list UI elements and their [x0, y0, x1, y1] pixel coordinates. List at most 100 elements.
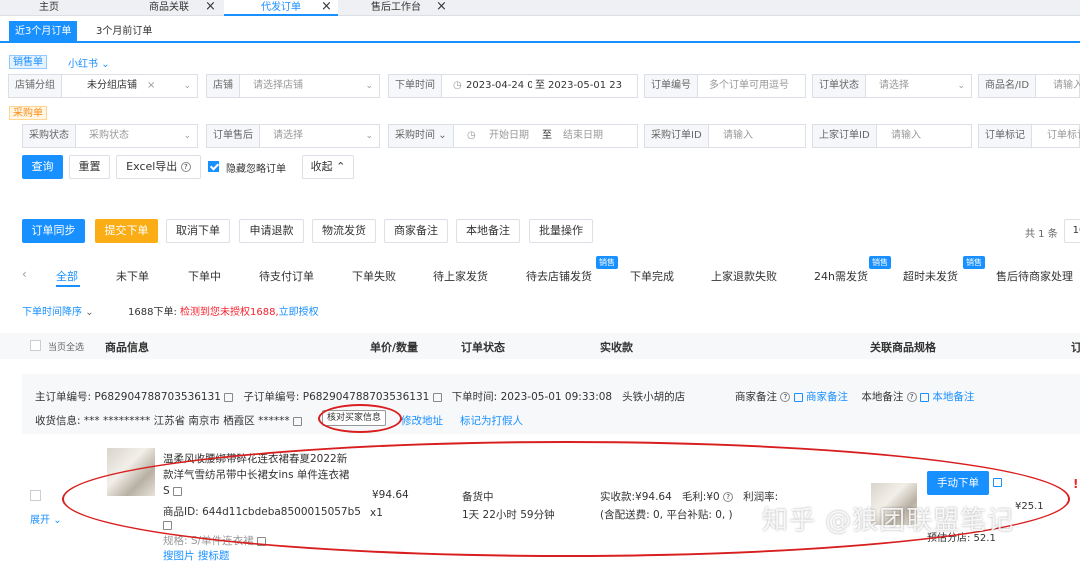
product-title[interactable]: 温柔风收腰绑带碎花连衣裙春夏2022新 款洋气雪纺吊带中长裙女ins 单件连衣裙…	[163, 451, 349, 499]
status-tab[interactable]: 待支付订单	[259, 268, 314, 284]
help-icon: ?	[180, 162, 191, 172]
field-label[interactable]: 采购时间 ⌄	[389, 125, 454, 147]
status-tab[interactable]: 待上家发货	[433, 268, 488, 284]
platform-label: 小红书	[68, 59, 98, 70]
status-badge: 销售	[869, 256, 891, 269]
excel-export-button[interactable]: Excel导出 ?	[116, 155, 201, 179]
collapse-button[interactable]: 收起 ⌃	[302, 155, 354, 179]
edit-icon[interactable]	[920, 392, 930, 402]
search-image-link[interactable]: 搜图片	[163, 550, 195, 562]
edit-address-link[interactable]: 修改地址	[401, 413, 443, 428]
manual-order-button[interactable]: 手动下单	[927, 471, 989, 495]
title-line: 款洋气雪纺吊带中长裙女ins 单件连衣裙	[163, 469, 350, 481]
select-all-checkbox[interactable]	[30, 340, 41, 351]
page-size-select[interactable]: 10	[1064, 219, 1080, 243]
mark-fake-link[interactable]: 标记为打假人	[460, 413, 523, 428]
purchase-time-range[interactable]: 采购时间 ⌄ ◷ 开始日期 至 结束日期	[388, 124, 638, 148]
clear-icon[interactable]: ×	[147, 75, 155, 97]
authorize-link[interactable]: 立即授权	[279, 307, 319, 318]
cancel-order-button[interactable]: 取消下单	[166, 219, 230, 243]
purchase-order-id-input[interactable]: 采购订单ID 请输入	[644, 124, 806, 148]
shop-select[interactable]: 店铺 请选择店铺 ⌄	[206, 74, 380, 98]
product-name-input[interactable]: 商品名/ID 请输入	[978, 74, 1080, 98]
expand-label: 展开	[30, 515, 50, 526]
field-placeholder: 请选择	[879, 80, 909, 91]
reset-button[interactable]: 重置	[69, 155, 110, 179]
sub-order-label: 子订单编号:	[243, 391, 300, 403]
copy-icon[interactable]	[432, 392, 442, 402]
order-no-input[interactable]: 订单编号 多个订单可用逗号	[644, 74, 806, 98]
merchant-note-button[interactable]: 商家备注	[384, 219, 448, 243]
order-time-range[interactable]: 下单时间 ◷ 2023-04-24 00 至 2023-05-01 23	[388, 74, 638, 98]
page: 主页 商品关联 × 代发订单 × 售后工作台 × 近3个月订单 3个月前订单 销售单 …	[0, 0, 1080, 562]
total-count: 共 1 条	[1025, 229, 1058, 240]
sort-label: 下单时间降序	[22, 307, 82, 318]
supplier-order-id-input[interactable]: 上家订单ID 请输入	[812, 124, 972, 148]
status-tab[interactable]: 全部	[56, 268, 78, 284]
chevron-left-icon[interactable]: ‹	[22, 267, 27, 281]
column-header-product: 商品信息	[105, 341, 149, 354]
close-icon[interactable]: ×	[321, 0, 332, 14]
end-date[interactable]: 结束日期	[563, 125, 603, 147]
order-sync-button[interactable]: 订单同步	[22, 219, 85, 243]
auth-note: 1688下单: 检测到您未授权1688,立即授权	[128, 303, 319, 318]
shop-group-select[interactable]: 店铺分组 未分组店铺 × ⌄	[8, 74, 198, 98]
status-tab[interactable]: 待去店铺发货	[526, 268, 592, 284]
copy-icon[interactable]	[173, 486, 183, 496]
hide-ignored-checkbox[interactable]	[208, 161, 219, 172]
status-tab[interactable]: 24h需发货	[814, 268, 868, 284]
logistics-ship-button[interactable]: 物流发货	[312, 219, 376, 243]
select-all-label: 当页全选	[48, 343, 85, 353]
status-tab[interactable]: 上家退款失败	[711, 268, 777, 284]
refund-button[interactable]: 申请退款	[239, 219, 304, 243]
copy-icon[interactable]	[163, 518, 172, 531]
end-date[interactable]: 2023-05-01 23	[548, 75, 636, 97]
status-tab[interactable]: 下单失败	[352, 268, 396, 284]
tab-recent-3-months[interactable]: 近3个月订单	[9, 21, 78, 42]
batch-operation-button[interactable]: 批量操作	[529, 219, 593, 243]
status-tab[interactable]: 下单中	[188, 268, 221, 284]
purchase-status-select[interactable]: 采购状态 采购状态 ⌄	[22, 124, 198, 148]
field-label: 订单编号	[645, 75, 698, 97]
sort-select[interactable]: 下单时间降序 ⌄	[22, 303, 94, 318]
chevron-down-icon: ⌄	[438, 130, 447, 141]
copy-icon[interactable]	[256, 536, 266, 546]
close-icon[interactable]: ×	[436, 0, 447, 14]
tab-home[interactable]: 主页	[0, 0, 98, 16]
clock-icon: ◷	[453, 80, 462, 91]
order-time-label: 下单时间:	[451, 391, 498, 403]
local-note-link[interactable]: 本地备注	[932, 391, 974, 403]
order-status: 备货中	[462, 491, 494, 503]
expand-toggle[interactable]: 展开 ⌄	[30, 511, 62, 526]
merchant-note-link[interactable]: 商家备注	[806, 391, 848, 403]
status-tab[interactable]: 售后待商家处理	[996, 268, 1073, 284]
order-status-select[interactable]: 订单状态 请选择 ⌄	[812, 74, 972, 98]
tab-older-than-3-months[interactable]: 3个月前订单	[90, 21, 158, 42]
search-title-link[interactable]: 搜标题	[198, 550, 230, 562]
start-date[interactable]: 2023-04-24 00	[466, 75, 532, 97]
receiver-info: *** ********* 江苏省 南京市 栖霞区 ******	[83, 415, 290, 427]
tab-product-link[interactable]: 商品关联 ×	[115, 0, 223, 16]
copy-icon[interactable]	[224, 392, 234, 402]
product-image[interactable]	[107, 448, 155, 496]
chevron-up-icon: ⌃	[336, 160, 346, 173]
check-buyer-button[interactable]: 核对买家信息	[322, 410, 387, 426]
tab-dropship-orders[interactable]: 代发订单 ×	[224, 0, 338, 16]
status-tab[interactable]: 超时未发货	[903, 268, 958, 284]
close-icon[interactable]: ×	[205, 0, 216, 14]
status-tab[interactable]: 未下单	[116, 268, 149, 284]
tab-aftersale-workbench[interactable]: 售后工作台 ×	[339, 0, 453, 16]
row-checkbox[interactable]	[30, 490, 41, 501]
local-note-button[interactable]: 本地备注	[456, 219, 520, 243]
edit-icon[interactable]	[793, 392, 803, 402]
platform-select[interactable]: 小红书 ⌄	[68, 55, 110, 70]
copy-icon[interactable]	[292, 416, 302, 426]
order-mark-select[interactable]: 订单标记 订单标记	[978, 124, 1080, 148]
query-button[interactable]: 查询	[22, 155, 63, 179]
submit-order-button[interactable]: 提交下单	[95, 219, 158, 243]
edit-icon[interactable]	[993, 475, 1002, 488]
field-label: 采购订单ID	[645, 125, 709, 147]
status-tab[interactable]: 下单完成	[630, 268, 674, 284]
start-date[interactable]: 开始日期	[489, 125, 529, 147]
after-sale-select[interactable]: 订单售后 请选择 ⌄	[206, 124, 380, 148]
